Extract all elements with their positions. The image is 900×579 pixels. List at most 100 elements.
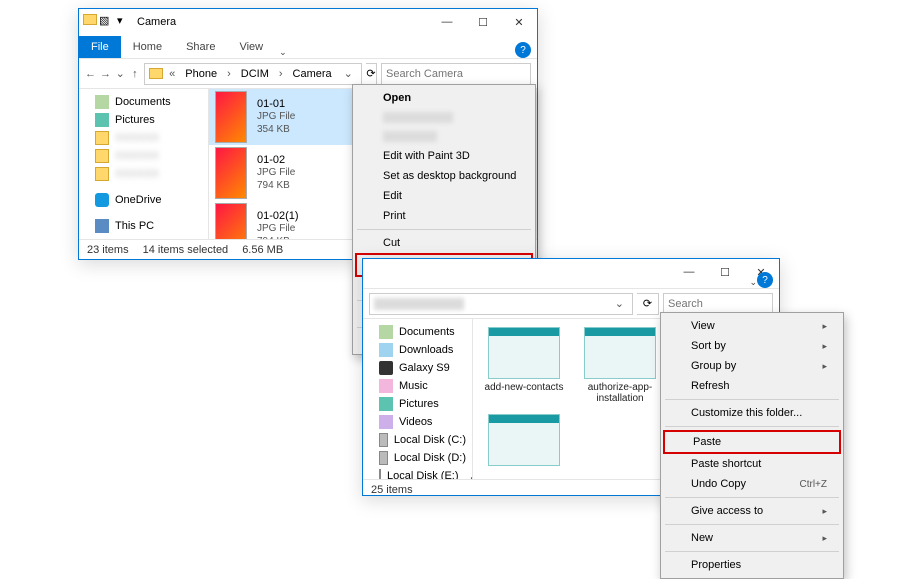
nav-documents[interactable]: Documents: [79, 93, 208, 111]
folder-icon: [95, 167, 109, 181]
search-input[interactable]: [381, 63, 531, 85]
crumb-phone[interactable]: Phone: [181, 67, 221, 81]
titlebar[interactable]: ― ☐ ✕: [363, 259, 779, 285]
nav-drive-d[interactable]: Local Disk (D:): [363, 449, 472, 467]
ctx-paste-shortcut[interactable]: Paste shortcut: [663, 454, 841, 474]
grid-item[interactable]: authorize-app-installation: [577, 327, 663, 404]
maximize-button[interactable]: ☐: [707, 259, 743, 285]
help-icon[interactable]: ?: [757, 272, 773, 288]
chevron-right-icon: ▸: [822, 533, 827, 544]
nav-documents[interactable]: Documents: [363, 323, 472, 341]
nav-back-button[interactable]: ←: [85, 63, 96, 85]
maximize-button[interactable]: ☐: [465, 9, 501, 35]
file-thumbnail: [584, 327, 656, 379]
file-thumbnail: [215, 91, 247, 143]
nav-videos[interactable]: Videos: [363, 413, 472, 431]
minimize-button[interactable]: ―: [429, 9, 465, 35]
tab-home[interactable]: Home: [121, 36, 174, 58]
ctx-view[interactable]: View▸: [663, 316, 841, 336]
pc-icon: [95, 219, 109, 233]
file-thumbnail: [488, 414, 560, 466]
nav-pinned[interactable]: XXXXXX: [79, 165, 208, 183]
ribbon-expand-icon[interactable]: ⌄: [749, 277, 757, 288]
nav-drive-e[interactable]: Local Disk (E:)⌄: [363, 467, 472, 479]
pictures-icon: [95, 113, 109, 127]
crumb-sep: ›: [223, 67, 235, 81]
file-thumbnail: [215, 147, 247, 199]
grid-item[interactable]: [481, 414, 567, 466]
tab-file[interactable]: File: [79, 36, 121, 58]
address-dropdown-icon[interactable]: ⌄: [340, 66, 357, 81]
breadcrumb[interactable]: ⌄: [369, 293, 633, 315]
nav-music[interactable]: Music: [363, 377, 472, 395]
properties-quick-icon[interactable]: ▧: [99, 14, 115, 30]
nav-up-button[interactable]: ↑: [130, 63, 141, 85]
ctx-properties[interactable]: Properties: [663, 555, 841, 575]
crumb-dcim[interactable]: DCIM: [237, 67, 273, 81]
nav-galaxy[interactable]: Galaxy S9: [363, 359, 472, 377]
close-button[interactable]: ✕: [501, 9, 537, 35]
ribbon-expand-icon[interactable]: ⌄: [279, 47, 287, 58]
ctx-edit-paint3d[interactable]: Edit with Paint 3D: [355, 146, 533, 166]
titlebar[interactable]: ▧ ▾ Camera ― ☐ ✕: [79, 9, 537, 35]
nav-thispc[interactable]: This PC: [79, 217, 208, 235]
nav-pinned[interactable]: XXXXXX: [79, 129, 208, 147]
help-icon[interactable]: ?: [515, 42, 531, 58]
tab-view[interactable]: View: [227, 36, 275, 58]
status-size: 6.56 MB: [242, 244, 283, 256]
ctx-hidden[interactable]: [355, 108, 533, 127]
nav-forward-button[interactable]: →: [100, 63, 111, 85]
nav-onedrive[interactable]: OneDrive: [79, 191, 208, 209]
context-menu-folder: View▸ Sort by▸ Group by▸ Refresh Customi…: [660, 312, 844, 579]
nav-drive-c[interactable]: Local Disk (C:): [363, 431, 472, 449]
ctx-paste[interactable]: Paste: [663, 430, 841, 454]
grid-item[interactable]: add-new-contacts: [481, 327, 567, 404]
navigation-pane: Documents Pictures XXXXXX XXXXXX XXXXXX …: [79, 89, 209, 239]
refresh-button[interactable]: ⟳: [366, 63, 377, 85]
pictures-icon: [379, 397, 393, 411]
crumb-sep: ›: [275, 67, 287, 81]
nav-downloads[interactable]: Downloads: [363, 341, 472, 359]
nav-pictures[interactable]: Pictures: [79, 111, 208, 129]
ctx-new[interactable]: New▸: [663, 528, 841, 548]
tab-share[interactable]: Share: [174, 36, 227, 58]
ctx-cut[interactable]: Cut: [355, 233, 533, 253]
ctx-edit[interactable]: Edit: [355, 186, 533, 206]
status-items: 23 items: [87, 244, 129, 256]
navigation-pane: Documents Downloads Galaxy S9 Music Pict…: [363, 319, 473, 479]
breadcrumb[interactable]: « Phone › DCIM › Camera ⌄: [144, 63, 362, 85]
ctx-undo-copy[interactable]: Undo CopyCtrl+Z: [663, 474, 841, 494]
chevron-right-icon: ▸: [822, 341, 827, 352]
ctx-sortby[interactable]: Sort by▸: [663, 336, 841, 356]
folder-icon: [83, 14, 97, 25]
ctx-customize[interactable]: Customize this folder...: [663, 403, 841, 423]
ctx-open[interactable]: Open: [355, 88, 533, 108]
downloads-icon: [379, 343, 393, 357]
drive-icon: [379, 451, 388, 465]
crumb-camera[interactable]: Camera: [289, 67, 336, 81]
ctx-print[interactable]: Print: [355, 206, 533, 226]
documents-icon: [95, 95, 109, 109]
ctx-refresh[interactable]: Refresh: [663, 376, 841, 396]
crumb-sep: «: [165, 67, 179, 81]
phone-icon: [379, 361, 393, 375]
refresh-button[interactable]: ⟳: [637, 293, 659, 315]
nav-recent-button[interactable]: ⌄: [115, 63, 126, 85]
address-dropdown-icon[interactable]: ⌄: [611, 296, 628, 311]
ctx-giveaccess[interactable]: Give access to▸: [663, 501, 841, 521]
nav-pictures[interactable]: Pictures: [363, 395, 472, 413]
chevron-right-icon: ▸: [822, 361, 827, 372]
videos-icon: [379, 415, 393, 429]
ctx-hidden[interactable]: [355, 127, 533, 146]
ctx-separator: [665, 551, 839, 552]
minimize-button[interactable]: ―: [671, 259, 707, 285]
window-title: Camera: [137, 16, 176, 28]
onedrive-icon: [95, 193, 109, 207]
nav-pinned[interactable]: XXXXXX: [79, 147, 208, 165]
folder-icon: [95, 149, 109, 163]
ctx-set-background[interactable]: Set as desktop background: [355, 166, 533, 186]
location-icon: [149, 68, 163, 79]
qat-dropdown-icon[interactable]: ▾: [117, 14, 133, 30]
breadcrumb-hidden: [374, 298, 464, 310]
ctx-groupby[interactable]: Group by▸: [663, 356, 841, 376]
